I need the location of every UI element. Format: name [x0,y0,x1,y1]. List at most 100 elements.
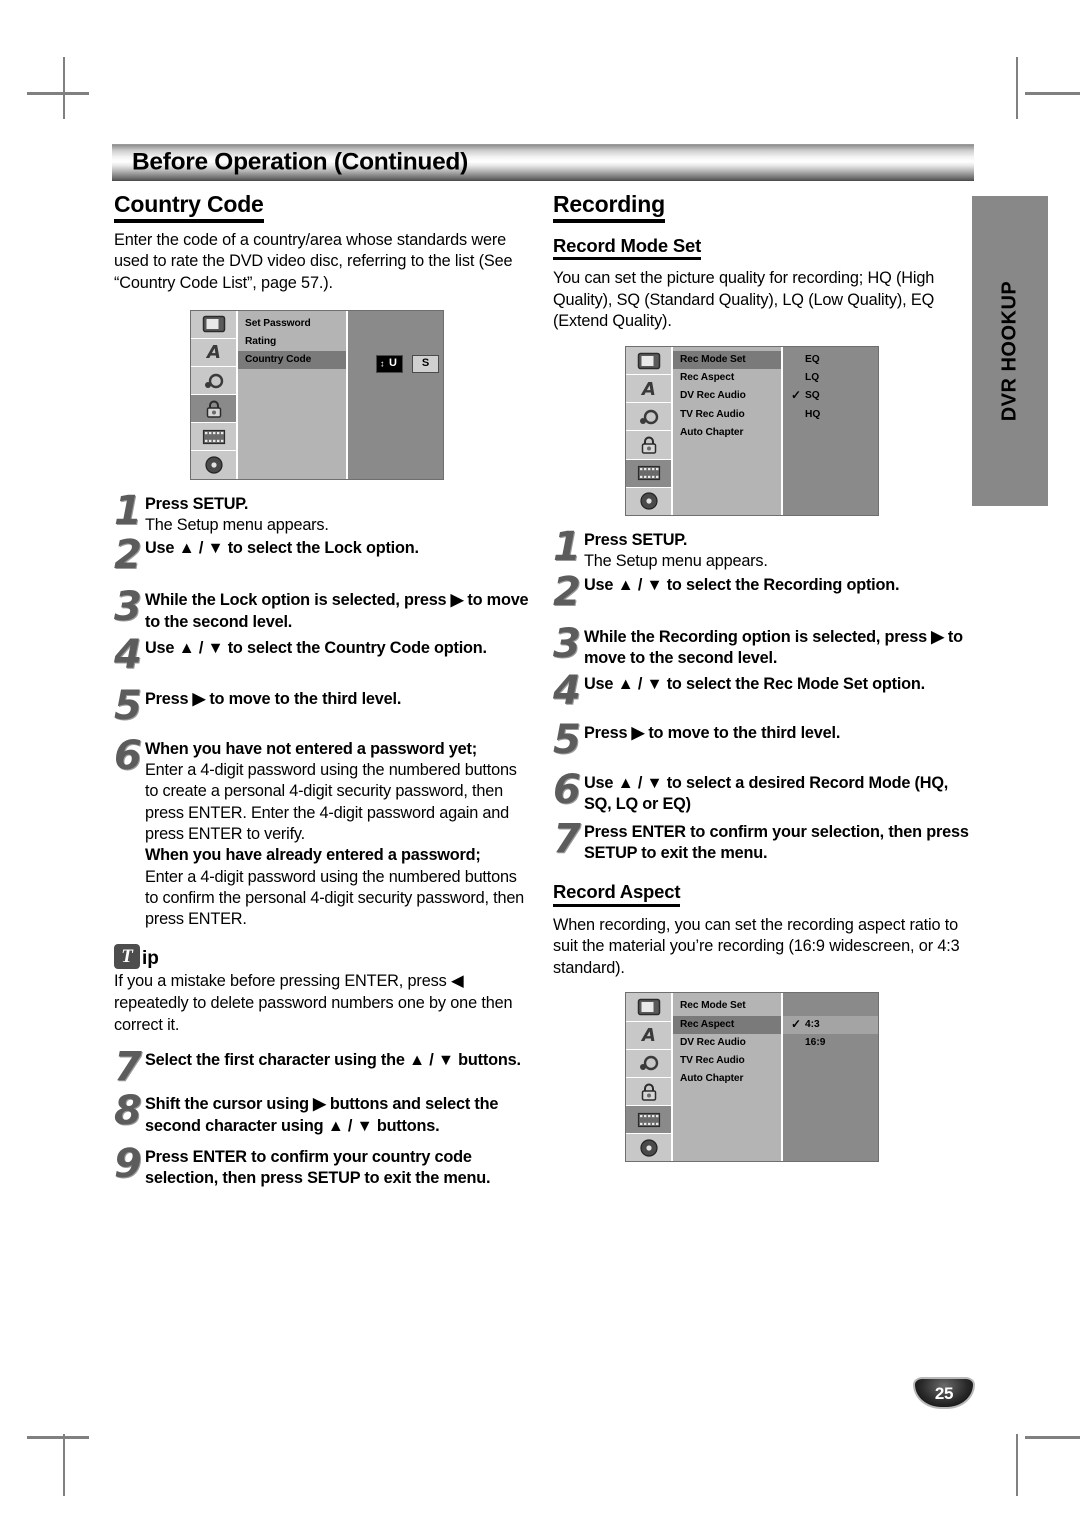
lock-icon[interactable] [191,395,236,424]
svg-text:A: A [205,342,221,362]
lock-icon[interactable] [626,1078,671,1107]
section-title-recording: Recording [553,192,665,223]
osd-menu-item[interactable]: DV Rec Audio [673,387,781,405]
osd-menu-list: Rec Mode Set Rec Aspect DV Rec Audio TV … [673,993,783,1162]
step-number: 9 [114,1140,142,1187]
osd-value-option[interactable]: EQ [783,351,878,369]
step-number: 7 [553,815,581,862]
crop-mark-bottom-right-vertical [1016,1434,1018,1496]
osd-value-panel: EQ LQ ✓ SQ HQ [783,346,878,515]
step-number: 7 [114,1044,142,1091]
crop-mark-top-left-vertical [63,57,65,119]
osd-menu-item[interactable]: Rec Mode Set [673,997,781,1015]
language-icon[interactable]: A [626,375,671,404]
crop-mark-bottom-right-horizontal [1025,1436,1080,1439]
country-code-char-1[interactable]: ↕ U [376,354,403,373]
right-column: Recording Record Mode Set You can set th… [553,192,971,1163]
crop-mark-top-right-vertical [1016,57,1018,119]
side-tab-dvr-hookup: DVR HOOKUP [972,196,1048,506]
osd-value-panel: ✓ 4:3 16:9 [783,993,878,1162]
audio-icon[interactable] [626,1050,671,1078]
step-number: 1 [553,523,581,570]
osd-menu-item[interactable]: DV Rec Audio [673,1034,781,1052]
up-down-arrow-icon: ↕ [380,358,385,369]
step-bold-text: Shift the cursor using ▶ buttons and sel… [145,1095,499,1135]
osd-menu-list: Rec Mode Set Rec Aspect DV Rec Audio TV … [673,346,783,515]
step-bold-text: Press SETUP. [145,494,249,513]
subsection-title-record-aspect: Record Aspect [553,882,680,907]
country-code-steps-continued: 7 Select the first character using the ▲… [114,1044,532,1189]
recording-icon[interactable] [626,1106,671,1135]
recording-icon[interactable] [191,423,236,452]
page-number-text: 25 [934,1383,954,1403]
display-icon[interactable] [626,347,671,376]
step-bold-text: Press SETUP. [584,530,688,549]
step-bold-text: Use ▲ / ▼ to select the Recording option… [584,575,900,594]
step-number: 5 [553,717,581,764]
step-number: 4 [553,668,581,715]
step-plain-text: The Setup menu appears. [584,552,768,571]
step-item: 3 While the Recording option is selected… [553,624,971,670]
manual-page: Before Operation (Continued) DVR HOOKUP … [0,0,1080,1528]
audio-icon[interactable] [191,367,236,396]
step-number: 8 [114,1088,142,1135]
disc-icon[interactable] [626,488,671,515]
osd-value-option[interactable]: LQ [783,369,878,387]
step-bold-text: Use ▲ / ▼ to select the Rec Mode Set opt… [584,675,925,694]
lock-icon[interactable] [626,431,671,460]
step-item: 6 Use ▲ / ▼ to select a desired Record M… [553,767,971,816]
step-number: 2 [553,568,581,615]
osd-value-option[interactable]: 16:9 [783,1034,878,1052]
display-icon[interactable] [626,993,671,1022]
page-header-banner: Before Operation (Continued) [112,144,974,181]
osd-menu-item[interactable]: Rating [238,333,346,351]
osd-menu-item[interactable]: Rec Aspect [673,369,781,387]
step-number: 6 [553,767,581,814]
language-icon[interactable]: A [626,1022,671,1050]
osd-menu-item[interactable]: TV Rec Audio [673,1052,781,1070]
osd-menu-item[interactable]: Auto Chapter [673,1070,781,1088]
tip-text: If you a mistake before pressing ENTER, … [114,972,513,1034]
step-bold-text: Use ▲ / ▼ to select the Lock option. [145,539,419,558]
step-number: 2 [114,532,142,579]
step-number: 3 [114,584,142,631]
record-mode-set-steps: 1 Press SETUP. The Setup menu appears. 2… [553,523,971,865]
country-code-char-1-value: U [389,357,397,370]
tip-heading: T ip [114,944,532,970]
osd-value-option-label: SQ [805,390,820,402]
page-number-badge: 25 [913,1377,975,1409]
language-icon[interactable]: A [191,339,236,367]
step-plain-text-2: Enter a 4-digit password using the numbe… [145,867,525,929]
step-item: 7 Press ENTER to confirm your selection,… [553,815,971,865]
step-bold-text: Use ▲ / ▼ to select a desired Record Mod… [584,774,949,814]
osd-menu-item-selected[interactable]: Country Code [238,351,346,370]
recording-icon[interactable] [626,459,671,488]
osd-menu-item[interactable]: Auto Chapter [673,424,781,442]
step-item: 3 While the Lock option is selected, pre… [114,584,532,633]
svg-text:A: A [640,1025,656,1045]
osd-menu-item[interactable]: Set Password [238,315,346,333]
step-bold-text: Press ENTER to confirm your country code… [145,1147,491,1188]
osd-country-code: A Set Password Rating Country Code ↕ U S [190,309,444,480]
step-item: 1 Press SETUP. The Setup menu appears. [114,491,532,537]
osd-menu-item-selected[interactable]: Rec Mode Set [673,350,781,370]
step-bold-text: While the Recording option is selected, … [584,627,963,667]
step-bold-text: Press ENTER to confirm your selection, t… [584,822,969,863]
step-bold-text: While the Lock option is selected, press… [145,591,529,631]
section-title-country-code: Country Code [114,192,264,223]
step-bold-text-2: When you have already entered a password… [145,846,481,865]
disc-icon[interactable] [626,1134,671,1161]
checkmark-icon: ✓ [791,388,802,403]
display-icon[interactable] [191,311,236,339]
osd-value-option-checked[interactable]: ✓ SQ [783,387,878,405]
disc-icon[interactable] [191,451,236,478]
osd-menu-list: Set Password Rating Country Code [238,310,348,479]
osd-menu-item[interactable]: TV Rec Audio [673,406,781,424]
audio-icon[interactable] [626,403,671,432]
osd-menu-item-selected[interactable]: Rec Aspect [673,1015,781,1034]
side-tab-label: DVR HOOKUP [998,280,1021,422]
country-code-char-2[interactable]: S [412,354,439,373]
step-item: 5 Press ▶ to move to the third level. [114,686,532,726]
osd-value-option-checked[interactable]: ✓ 4:3 [783,1015,878,1034]
osd-value-option[interactable]: HQ [783,406,878,424]
